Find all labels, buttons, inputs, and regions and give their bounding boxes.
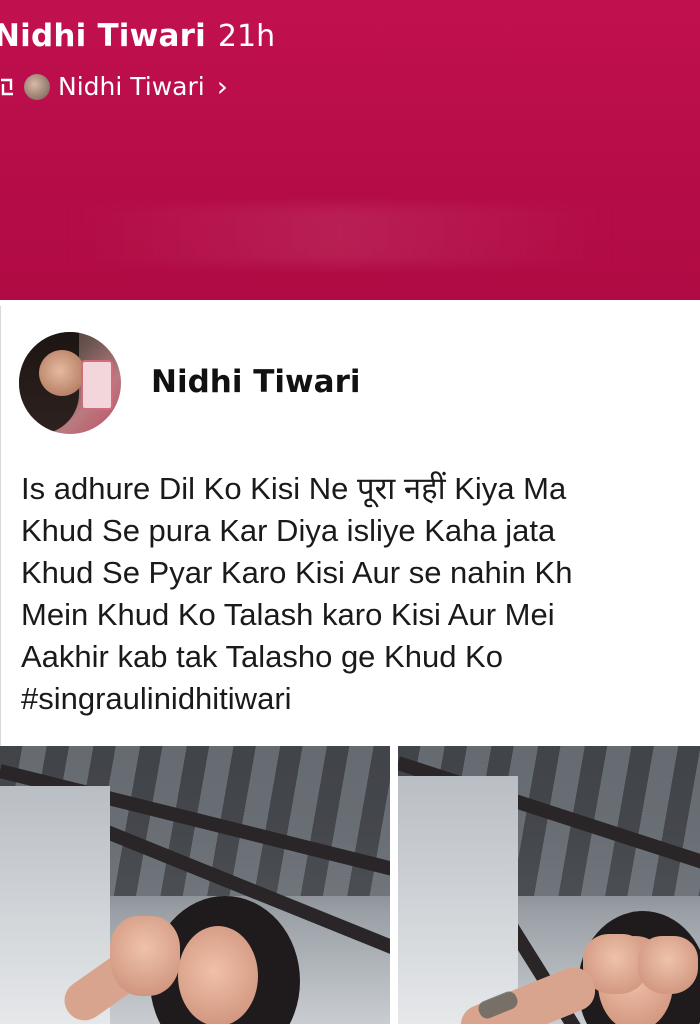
post-photo-1[interactable] [0,746,390,1024]
hashtag-link[interactable]: #singraulinidhitiwari [21,678,700,720]
shared-from-name: Nidhi Tiwari [58,72,205,101]
photo-person-hand [110,916,180,996]
post-timestamp: 21h [217,19,276,54]
post-line: Is adhure Dil Ko Kisi Ne पूरा नहीं Kiya … [21,471,567,506]
post-header-banner: Nidhi Tiwari 21h Nidhi Tiwari › [0,0,700,303]
post-body-text: Is adhure Dil Ko Kisi Ne पूरा नहीं Kiya … [21,468,700,720]
post-line: Aakhir kab tak Talasho ge Khud Ko [21,639,503,674]
post-photo-grid [0,746,700,1024]
photo-wall [398,776,518,1024]
post-line: Khud Se pura Kar Diya isliye Kaha jata [21,513,556,548]
avatar[interactable] [19,332,121,434]
post-line: Khud Se Pyar Karo Kisi Aur se nahin Kh [21,555,573,590]
photo-person-face [178,926,258,1024]
blurred-text-overlay [60,205,620,265]
avatar-phone [81,360,113,410]
post-photo-2[interactable] [398,746,700,1024]
chevron-right-icon: › [216,70,228,103]
shared-from-row[interactable]: Nidhi Tiwari › [0,70,228,103]
photo-person-hand [638,936,698,994]
post-line: Mein Khud Ko Talash karo Kisi Aur Mei [21,597,555,632]
repost-icon [1,78,13,95]
avatar-face [39,350,85,396]
photo-separator [390,746,398,1024]
header-author-row: Nidhi Tiwari 21h [0,18,275,54]
header-author-name[interactable]: Nidhi Tiwari [0,18,206,54]
post-card: Nidhi Tiwari Is adhure Dil Ko Kisi Ne पू… [0,306,700,746]
post-author-name[interactable]: Nidhi Tiwari [151,364,361,400]
shared-from-avatar [24,73,50,100]
